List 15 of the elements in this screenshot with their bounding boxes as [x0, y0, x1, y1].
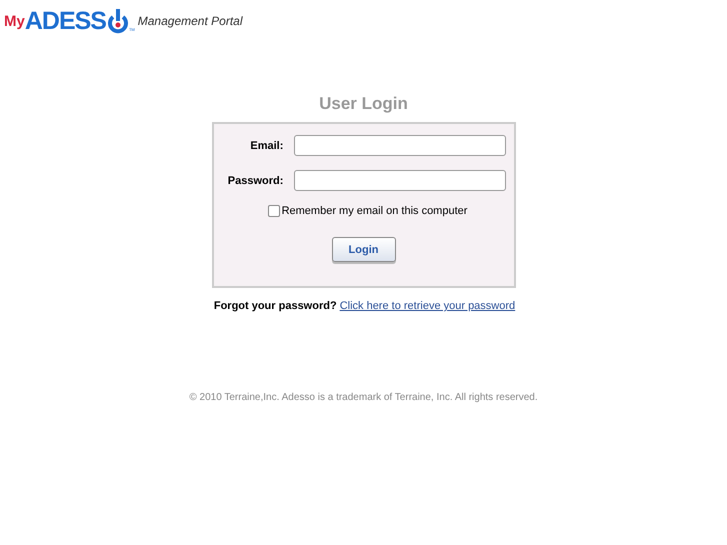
logo-text: ADESS [24, 8, 106, 34]
page-title: User Login [319, 94, 408, 114]
logo-text: My [4, 12, 25, 32]
checkbox-label: Remember my email on this computer [282, 205, 468, 217]
input-field[interactable] [294, 135, 506, 156]
forgot-password-text: Forgot your password? [214, 300, 337, 312]
input-field[interactable] [294, 170, 506, 191]
field-label: Password: [226, 174, 284, 186]
checkbox[interactable] [268, 205, 280, 217]
copyright-text: © 2010 Terraine,Inc. Adesso is a trademark of Terraine, Inc. All rights reserved. [189, 392, 538, 403]
retrieve-password-link[interactable]: Click here to retrieve your password [340, 300, 516, 312]
field-label: Email: [249, 140, 284, 152]
power-logo-icon [106, 8, 129, 34]
login-button[interactable]: Login [332, 237, 396, 262]
portal-name: Management Portal [138, 14, 242, 28]
